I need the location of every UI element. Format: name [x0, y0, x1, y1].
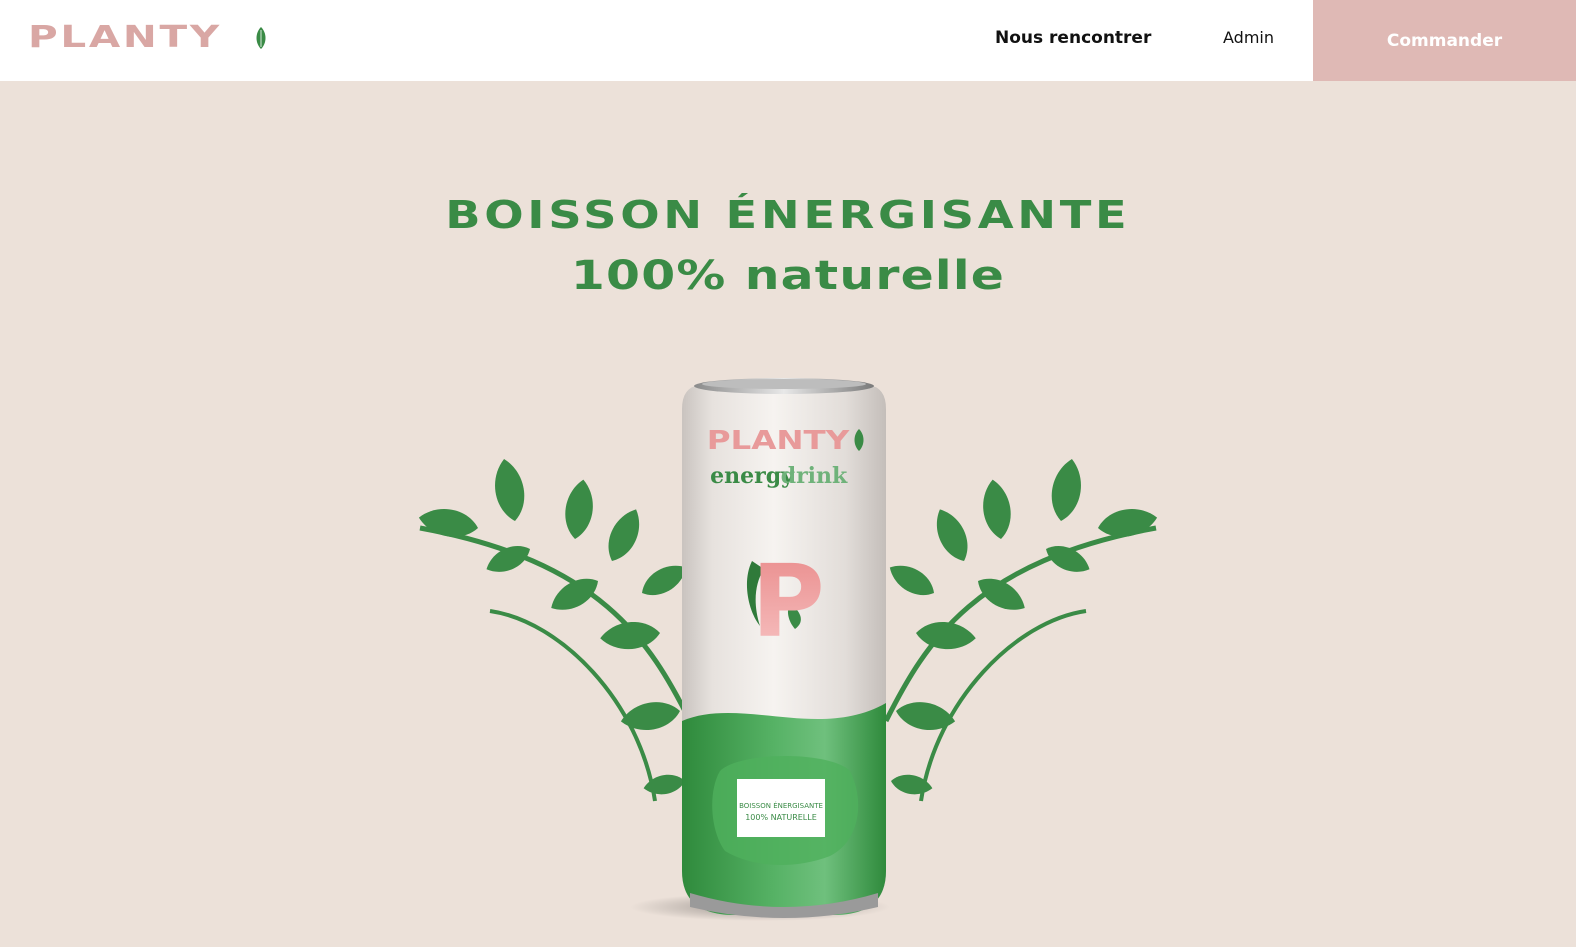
nav-admin-link[interactable]: Admin: [1223, 28, 1274, 47]
can-label-line1: BOISSON ÉNERGISANTE: [739, 801, 823, 810]
nav-about-link[interactable]: Nous rencontrer: [995, 28, 1151, 48]
logo-text: PLANTY: [28, 19, 222, 55]
right-branch-illustration: [883, 456, 1160, 802]
leaf-icon: [256, 27, 266, 49]
can-brand: PLANTY: [707, 425, 850, 455]
can-letter: P: [751, 543, 824, 660]
hero-section: BOISSON ÉNERGISANTE 100% naturelle PLANT…: [0, 81, 1576, 947]
can-subtitle-right: drink: [781, 463, 848, 489]
site-logo[interactable]: PLANTY: [28, 20, 266, 55]
order-button[interactable]: Commander: [1313, 0, 1576, 81]
site-header: PLANTY Nous rencontrer Admin Commander: [0, 0, 1576, 81]
left-branch-illustration: [416, 456, 693, 802]
can-label-line2: 100% NATURELLE: [745, 813, 817, 822]
product-illustration: PLANTY energy drink P BOISSON ÉNERGISANT…: [416, 378, 1160, 921]
energy-drink-can: PLANTY energy drink P BOISSON ÉNERGISANT…: [630, 378, 890, 921]
